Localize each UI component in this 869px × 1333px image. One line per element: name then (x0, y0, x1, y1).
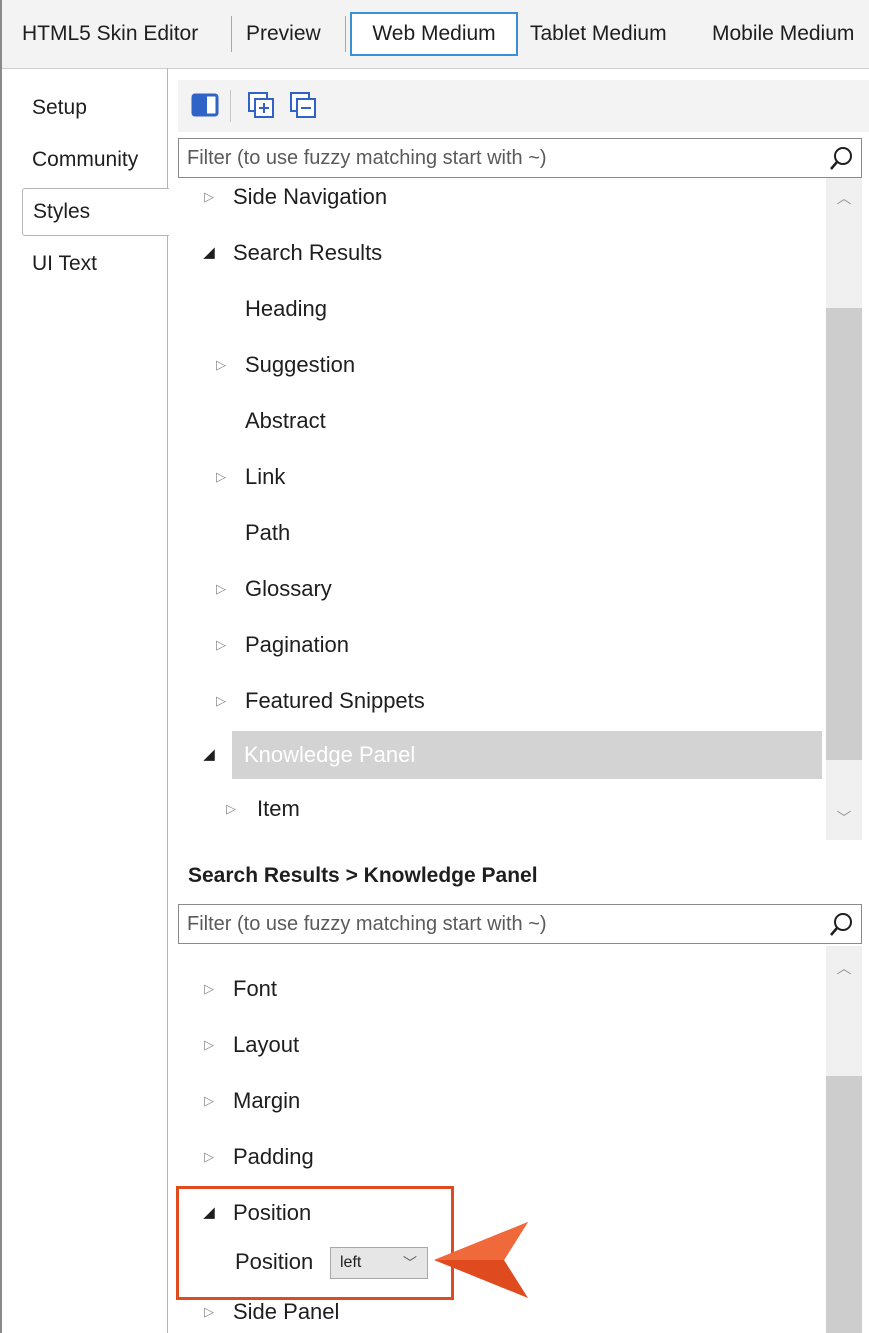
side-tab-ui-text[interactable]: UI Text (22, 240, 168, 288)
collapse-all-icon[interactable] (288, 90, 318, 120)
scroll-up-icon[interactable]: ︿ (826, 184, 862, 214)
collapsed-arrow-icon[interactable]: ▷ (224, 787, 238, 831)
collapsed-arrow-icon[interactable]: ▷ (202, 1023, 216, 1067)
tab-tablet-medium[interactable]: Tablet Medium (530, 12, 692, 56)
tree-item-item[interactable]: ▷ Item (224, 787, 804, 831)
collapsed-arrow-icon[interactable]: ▷ (202, 1135, 216, 1179)
tree-item-label: Search Results (233, 240, 383, 265)
style-filter-input[interactable] (179, 139, 819, 177)
scrollbar-thumb[interactable] (826, 1076, 862, 1333)
collapsed-arrow-icon[interactable]: ▷ (214, 343, 228, 387)
tree-item-suggestion[interactable]: ▷ Suggestion (214, 343, 814, 387)
style-tree-scrollbar[interactable]: ︿ ﹀ (826, 178, 862, 840)
tree-item-label: Pagination (245, 632, 349, 657)
tree-item-label: Suggestion (245, 352, 356, 377)
tree-item-label: Side Navigation (233, 184, 388, 209)
toolbar-divider (230, 90, 231, 122)
tree-item-path[interactable]: Path (214, 511, 814, 555)
property-filter-field[interactable] (178, 904, 862, 944)
styles-toolbar (178, 80, 869, 132)
tree-item-glossary[interactable]: ▷ Glossary (214, 567, 814, 611)
collapsed-arrow-icon[interactable]: ▷ (214, 455, 228, 499)
collapsed-arrow-icon[interactable]: ▷ (202, 967, 216, 1011)
callout-highlight-box (176, 1186, 454, 1300)
style-filter-field[interactable] (178, 138, 862, 178)
tree-item-heading[interactable]: Heading (214, 287, 814, 331)
tree-item-abstract[interactable]: Abstract (214, 399, 814, 443)
tree-item-link[interactable]: ▷ Link (214, 455, 814, 499)
scroll-up-icon[interactable]: ︿ (826, 954, 862, 984)
property-tree-scrollbar[interactable]: ︿ (826, 946, 862, 1333)
collapsed-arrow-icon[interactable]: ▷ (214, 623, 228, 667)
property-group-padding[interactable]: ▷ Padding (202, 1135, 802, 1179)
expanded-arrow-icon[interactable]: ◢ (202, 731, 216, 779)
side-tab-setup[interactable]: Setup (22, 84, 168, 132)
editor-tab-bar: HTML5 Skin Editor Preview Web Medium Tab… (2, 0, 869, 69)
tree-item-label: Path (245, 520, 291, 545)
tree-item-label: Item (257, 796, 300, 821)
tree-item-search-results[interactable]: ◢ Search Results (202, 231, 802, 275)
callout-arrow-icon (434, 1222, 528, 1298)
property-label: Layout (233, 1032, 300, 1057)
property-label: Font (233, 976, 278, 1001)
property-label: Margin (233, 1088, 301, 1113)
search-icon[interactable] (829, 911, 855, 937)
property-group-margin[interactable]: ▷ Margin (202, 1079, 802, 1123)
tree-item-label: Featured Snippets (245, 688, 425, 713)
tree-item-label: Heading (245, 296, 327, 321)
tree-item-label: Glossary (245, 576, 332, 601)
property-group-layout[interactable]: ▷ Layout (202, 1023, 802, 1067)
collapsed-arrow-icon[interactable]: ▷ (202, 178, 216, 216)
tree-item-pagination[interactable]: ▷ Pagination (214, 623, 814, 667)
tab-html5-skin-editor[interactable]: HTML5 Skin Editor (22, 12, 218, 56)
selected-style-path: Search Results > Knowledge Panel (188, 864, 538, 887)
style-tree: ▷ Side Navigation ◢ Search Results Headi… (178, 178, 862, 840)
side-tab-community[interactable]: Community (22, 136, 168, 184)
property-group-font[interactable]: ▷ Font (202, 967, 802, 1011)
tree-item-label: Abstract (245, 408, 326, 433)
scrollbar-thumb[interactable] (826, 308, 862, 760)
tree-item-side-navigation[interactable]: ▷ Side Navigation (202, 178, 802, 216)
side-tab-styles[interactable]: Styles (22, 188, 169, 236)
toggle-pane-icon[interactable] (190, 90, 220, 120)
skin-editor-window: HTML5 Skin Editor Preview Web Medium Tab… (0, 0, 869, 1333)
tab-divider (231, 16, 232, 52)
collapsed-arrow-icon[interactable]: ▷ (202, 1079, 216, 1123)
tab-divider (345, 16, 346, 52)
tree-item-knowledge-panel[interactable]: ◢ Knowledge Panel (202, 731, 822, 779)
scroll-down-icon[interactable]: ﹀ (826, 804, 862, 834)
search-icon[interactable] (829, 145, 855, 171)
property-filter-input[interactable] (179, 905, 819, 943)
property-label: Padding (233, 1144, 314, 1169)
tab-mobile-medium[interactable]: Mobile Medium (712, 12, 869, 56)
tab-preview[interactable]: Preview (246, 12, 336, 56)
tab-web-medium[interactable]: Web Medium (350, 12, 518, 56)
expanded-arrow-icon[interactable]: ◢ (202, 231, 216, 275)
tree-item-label-selected: Knowledge Panel (232, 731, 822, 779)
collapsed-arrow-icon[interactable]: ▷ (214, 679, 228, 723)
tree-item-label: Link (245, 464, 286, 489)
collapsed-arrow-icon[interactable]: ▷ (214, 567, 228, 611)
tree-item-featured-snippets[interactable]: ▷ Featured Snippets (214, 679, 814, 723)
expand-all-icon[interactable] (246, 90, 276, 120)
